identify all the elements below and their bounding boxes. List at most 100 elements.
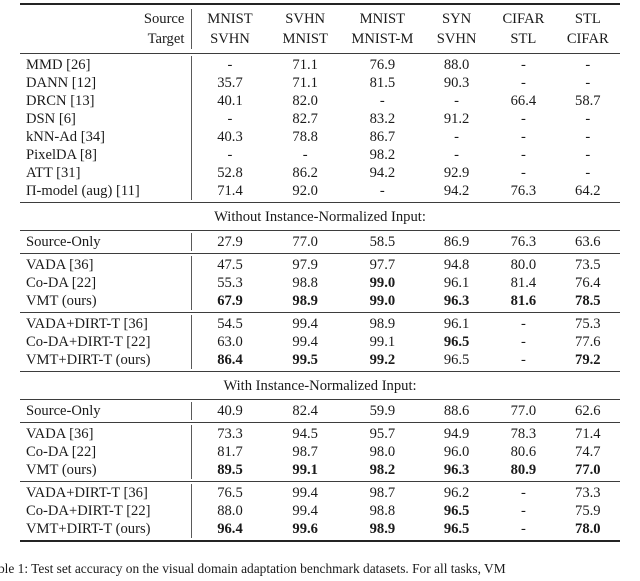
- header-target-col-5: STL: [510, 30, 537, 47]
- cell-value: -: [520, 502, 526, 519]
- cell-value: 96.1: [443, 274, 470, 291]
- section-label: With Instance-Normalized Input:: [223, 378, 417, 395]
- cell-value: 96.4: [217, 520, 243, 537]
- table-row: Π-model (aug) [11] 71.4 92.0 - 94.2 76.3 64.2: [20, 182, 620, 200]
- row-method-label: DANN [12]: [20, 74, 193, 92]
- cell-value: 97.9: [292, 256, 318, 273]
- cell-value: 89.5: [217, 461, 243, 478]
- cell-value: 71.4: [575, 425, 601, 442]
- cell-value: 75.3: [575, 315, 601, 332]
- cell-value: -: [454, 92, 460, 109]
- cell-value: 73.5: [575, 256, 601, 273]
- row-method-label: MMD [26]: [20, 56, 193, 74]
- cell-value: -: [520, 146, 526, 163]
- cell-value: 96.2: [443, 484, 470, 501]
- cell-value: 99.4: [292, 502, 318, 519]
- results-table: Source MNIST SVHN MNIST SYN CIFAR STL Target SVH…: [20, 3, 620, 543]
- cell-value: 82.4: [292, 402, 318, 419]
- row-method-label: VMT+DIRT-T (ours): [20, 351, 193, 369]
- cell-value: 96.3: [443, 461, 470, 478]
- cell-value: 98.9: [292, 292, 318, 309]
- row-method-label: Co-DA [22]: [20, 443, 193, 461]
- table-row: Co-DA [22] 55.3 98.8 99.0 96.1 81.4 76.4: [20, 274, 620, 292]
- cell-value: 54.5: [217, 315, 243, 332]
- header-source-col-6: STL: [574, 10, 601, 27]
- cell-value: -: [520, 56, 526, 73]
- row-method-label: VMT (ours): [20, 292, 193, 310]
- cell-value: 76.3: [510, 233, 537, 250]
- cell-value: 86.7: [369, 128, 396, 145]
- cell-value: 78.3: [510, 425, 537, 442]
- cell-value: -: [227, 110, 233, 127]
- cell-value: 94.8: [443, 256, 470, 273]
- cell-value: 92.9: [443, 164, 470, 181]
- cell-value: 73.3: [217, 425, 243, 442]
- cell-value: 94.9: [443, 425, 470, 442]
- figure-caption: able 1: Test set accuracy on the visual …: [0, 561, 506, 576]
- header-source-col-4: SYN: [441, 10, 472, 27]
- cell-value: 98.8: [292, 274, 318, 291]
- cell-value: -: [585, 110, 591, 127]
- cell-value: -: [585, 56, 591, 73]
- cell-value: 96.5: [443, 351, 470, 368]
- cell-value: -: [520, 128, 526, 145]
- row-method-label: Source-Only: [20, 233, 193, 251]
- cell-value: 40.9: [217, 402, 243, 419]
- header-target-col-4: SVHN: [436, 30, 477, 47]
- row-method-label: DRCN [13]: [20, 92, 193, 110]
- cell-value: -: [520, 315, 526, 332]
- row-method-label: kNN-Ad [34]: [20, 128, 193, 146]
- table-row: ATT [31] 52.8 86.2 94.2 92.9 - -: [20, 164, 620, 182]
- cell-value: -: [585, 128, 591, 145]
- cell-value: 81.5: [369, 74, 396, 91]
- cell-value: 58.5: [369, 233, 396, 250]
- header-source-col-1: MNIST: [207, 10, 253, 27]
- cell-value: 63.6: [575, 233, 601, 250]
- cell-value: 59.9: [369, 402, 396, 419]
- cell-value: 99.6: [292, 520, 318, 537]
- rule-cell: [20, 540, 620, 543]
- cell-value: 99.2: [369, 351, 396, 368]
- row-method-label: PixelDA [8]: [20, 146, 193, 164]
- header-source-col-5: CIFAR: [502, 10, 545, 27]
- cell-value: 35.7: [217, 74, 243, 91]
- cell-value: 47.5: [217, 256, 243, 273]
- cell-value: 86.9: [443, 233, 470, 250]
- cell-value: -: [585, 146, 591, 163]
- cell-value: 88.0: [443, 56, 470, 73]
- cell-value: 99.1: [292, 461, 318, 478]
- cell-value: 82.0: [292, 92, 318, 109]
- table-row: VMT+DIRT-T (ours) 86.4 99.5 99.2 96.5 - 79.2: [20, 351, 620, 369]
- table-row: VMT (ours) 67.9 98.9 99.0 96.3 81.6 78.5: [20, 292, 620, 310]
- cell-value: 55.3: [217, 274, 243, 291]
- cell-value: 40.1: [217, 92, 243, 109]
- cell-value: -: [520, 520, 526, 537]
- row-method-label: DSN [6]: [20, 110, 193, 128]
- cell-value: 99.4: [292, 484, 318, 501]
- table-row: DANN [12] 35.7 71.1 81.5 90.3 - -: [20, 74, 620, 92]
- section-label-row: Without Instance-Normalized Input:: [20, 205, 620, 231]
- cell-value: 98.7: [369, 484, 396, 501]
- cell-value: 96.5: [443, 333, 470, 350]
- table-row: MMD [26] - 71.1 76.9 88.0 - -: [20, 56, 620, 74]
- cell-value: 81.4: [510, 274, 537, 291]
- cell-value: 82.7: [292, 110, 318, 127]
- table-row: VADA [36] 73.3 94.5 95.7 94.9 78.3 71.4: [20, 425, 620, 443]
- header-target-col-2: MNIST: [282, 30, 328, 47]
- table-row: VMT (ours) 89.5 99.1 98.2 96.3 80.9 77.0: [20, 461, 620, 479]
- cell-value: 77.0: [510, 402, 537, 419]
- header-target-label: Target: [20, 29, 193, 49]
- row-method-label: VADA+DIRT-T [36]: [20, 484, 193, 502]
- cell-value: 74.7: [575, 443, 601, 460]
- cell-value: 79.2: [575, 351, 601, 368]
- cell-value: 94.2: [443, 182, 470, 199]
- cell-value: 98.2: [369, 146, 396, 163]
- row-method-label: Source-Only: [20, 402, 193, 420]
- cell-value: -: [520, 333, 526, 350]
- cell-value: 40.3: [217, 128, 243, 145]
- row-method-label: VMT (ours): [20, 461, 193, 479]
- cell-value: 99.0: [369, 274, 396, 291]
- cell-value: 77.6: [575, 333, 601, 350]
- table-row: VADA [36] 47.5 97.9 97.7 94.8 80.0 73.5: [20, 256, 620, 274]
- cell-value: -: [227, 56, 233, 73]
